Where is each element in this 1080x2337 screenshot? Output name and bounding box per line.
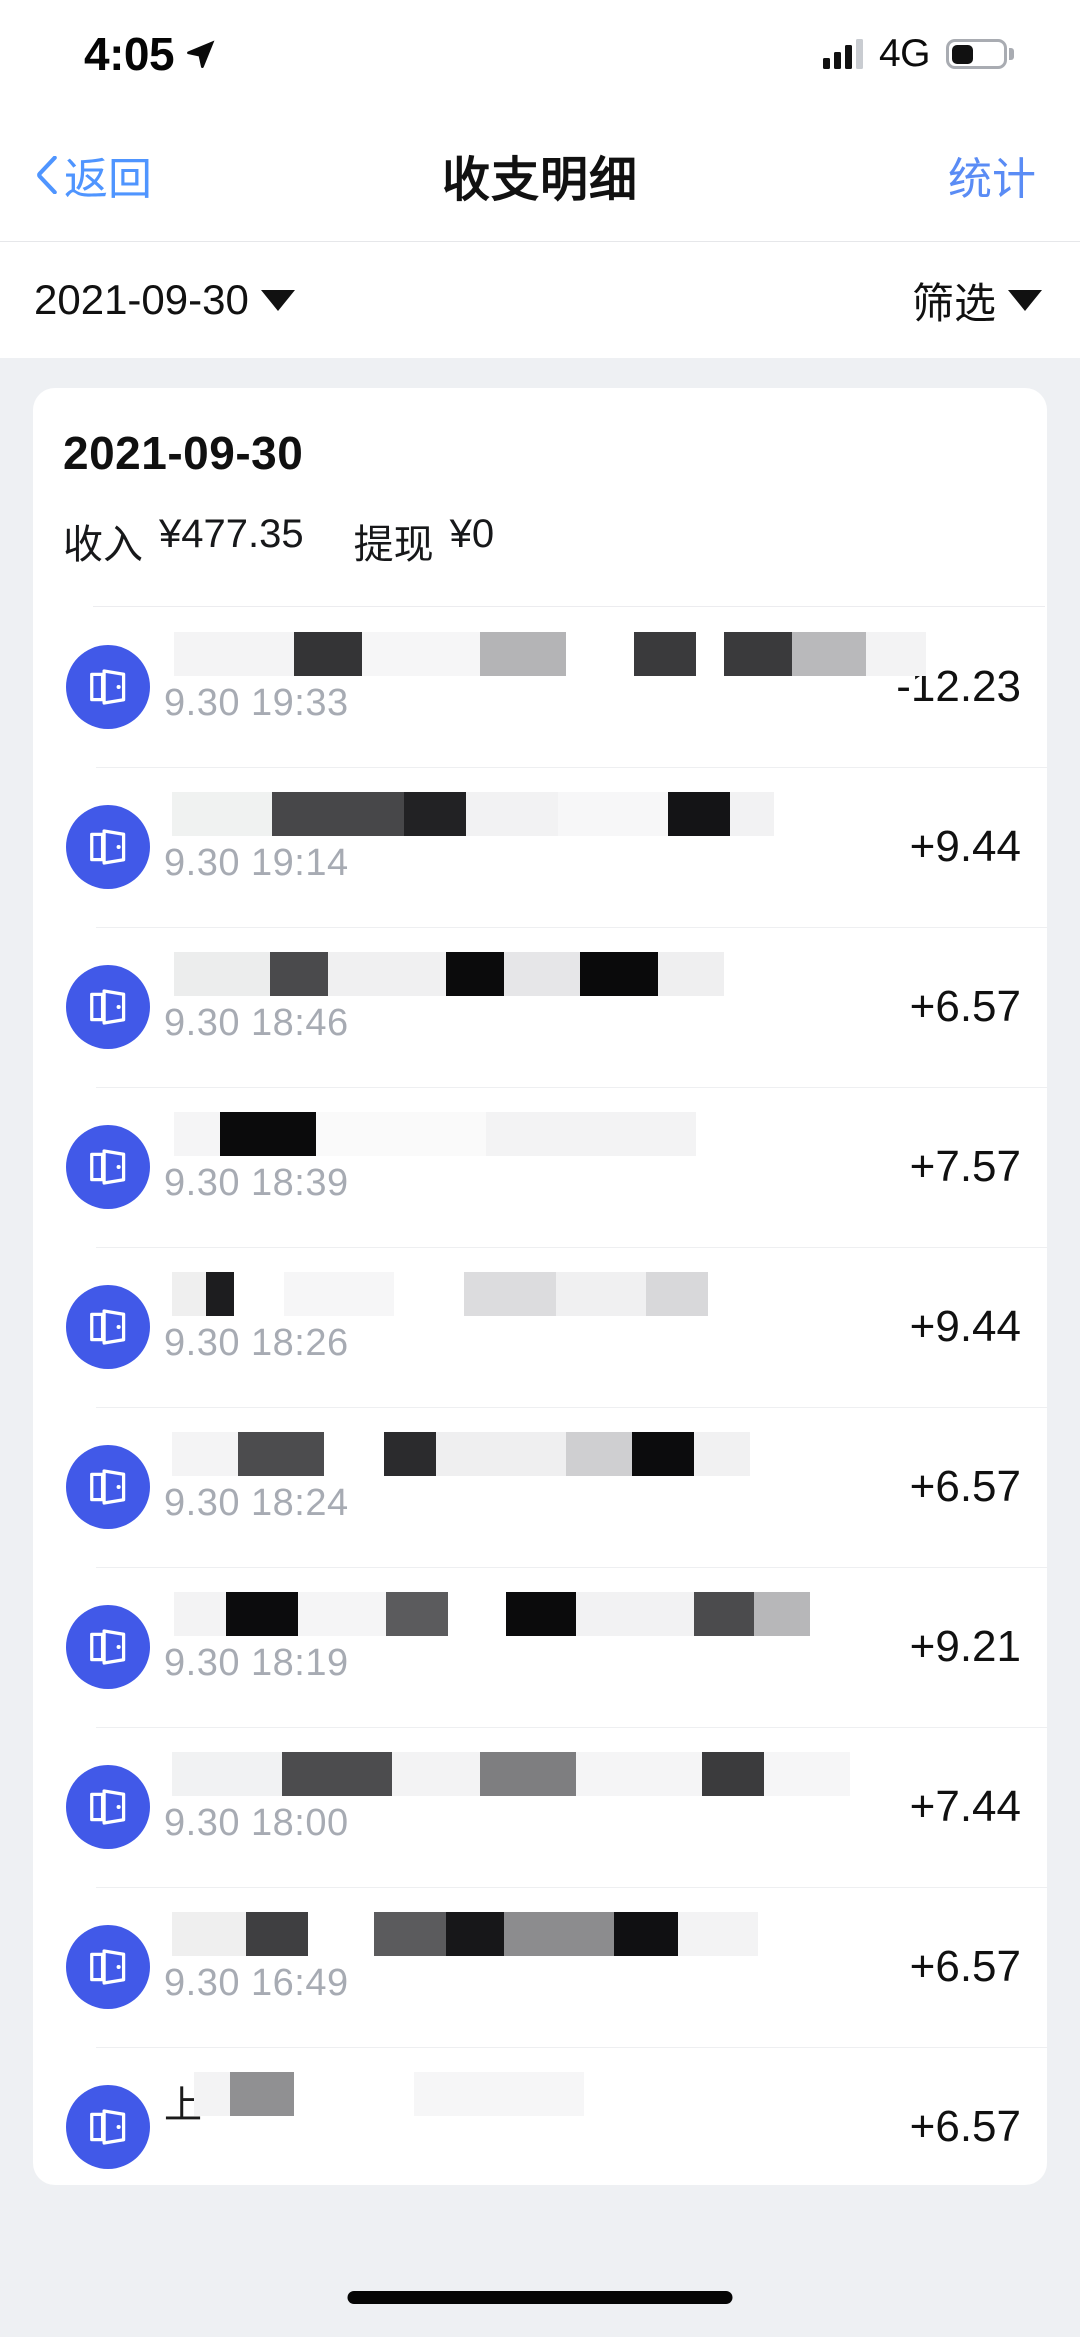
transaction-details: 9.30 18:24	[164, 1432, 811, 1542]
status-bar: 4:05 4G	[0, 0, 1080, 108]
transaction-details: 9.30 16:49	[164, 1912, 811, 2022]
avatar	[66, 805, 150, 889]
transaction-details: 9.30 18:39	[164, 1112, 811, 1222]
avatar	[66, 1125, 150, 1209]
income-label: 收入	[63, 523, 143, 567]
transaction-time: 9.30 18:26	[164, 1322, 349, 1364]
transaction-amount: +7.44	[909, 1782, 1021, 1831]
door-icon	[90, 1469, 126, 1505]
filter-button[interactable]: 筛选	[912, 270, 1042, 331]
door-icon	[90, 669, 126, 705]
transaction-details: 9.30 19:33	[164, 632, 926, 742]
avatar	[66, 1445, 150, 1529]
cellular-signal-icon	[822, 39, 863, 69]
home-indicator[interactable]	[347, 2291, 733, 2304]
phone-screen: 4:05 4G 返回 收支明细 统计 2021-09-30 筛选 2021-09…	[0, 0, 1080, 2337]
transaction-row[interactable]: 9.30 18:19 +9.21	[33, 1567, 1047, 1727]
avatar	[66, 1765, 150, 1849]
transaction-title	[164, 634, 811, 680]
transaction-amount: +7.57	[909, 1142, 1021, 1191]
transaction-row[interactable]: 9.30 18:46 +6.57	[33, 927, 1047, 1087]
transaction-time: 9.30 18:24	[164, 1482, 349, 1524]
status-bar-right: 4G	[822, 32, 1014, 76]
transaction-row[interactable]: 9.30 18:00 +7.44	[33, 1727, 1047, 1887]
transaction-row[interactable]: 9.30 19:14 +9.44	[33, 767, 1047, 927]
transaction-time: 9.30 18:19	[164, 1642, 349, 1684]
battery-icon	[946, 39, 1014, 69]
navigation-bar: 返回 收支明细 统计	[0, 108, 1080, 242]
door-icon	[90, 829, 126, 865]
filter-bar: 2021-09-30 筛选	[0, 242, 1080, 358]
avatar	[66, 965, 150, 1049]
transaction-title	[164, 954, 811, 1000]
door-icon	[90, 1149, 126, 1185]
statistics-button[interactable]: 统计	[948, 143, 1036, 207]
transaction-title	[164, 1914, 811, 1960]
network-type-label: 4G	[878, 32, 931, 75]
card-header: 2021-09-30 收入 ¥477.35 提现 ¥0	[33, 388, 1047, 607]
door-icon	[90, 989, 126, 1025]
card-date: 2021-09-30	[63, 427, 304, 479]
date-picker-label: 2021-09-30	[34, 276, 249, 323]
transaction-row[interactable]: 9.30 18:24 +6.57	[33, 1407, 1047, 1567]
filter-button-label: 筛选	[911, 279, 996, 327]
chevron-down-icon	[260, 289, 295, 311]
transaction-amount: -12.23	[896, 662, 1021, 711]
transaction-title	[164, 1274, 811, 1320]
door-icon	[90, 1789, 126, 1825]
chevron-down-icon	[1008, 289, 1042, 311]
location-arrow-icon	[187, 40, 215, 69]
transaction-title	[164, 1594, 811, 1640]
card-summary: 收入 ¥477.35 提现 ¥0	[63, 512, 1047, 570]
withdraw-label: 提现	[353, 523, 434, 567]
transaction-time: 9.30 18:00	[164, 1802, 349, 1844]
door-icon	[90, 1629, 126, 1665]
transaction-title	[164, 1754, 811, 1800]
door-icon	[90, 1949, 126, 1985]
transaction-amount: +6.57	[909, 2102, 1021, 2151]
transaction-details: 9.30 19:14	[164, 792, 811, 902]
status-bar-clock: 4:05	[84, 28, 175, 80]
transaction-details: 9.30 18:46	[164, 952, 811, 1062]
transaction-title	[164, 1434, 811, 1480]
page-title: 收支明细	[441, 153, 638, 207]
transaction-time: 9.30 18:46	[164, 1002, 349, 1044]
income-value: ¥477.35	[159, 512, 304, 556]
avatar	[66, 645, 150, 729]
transaction-amount: +9.44	[909, 822, 1021, 871]
transaction-row[interactable]: 9.30 18:39 +7.57	[33, 1087, 1047, 1247]
transaction-amount: +6.57	[909, 1942, 1021, 1991]
transaction-amount: +6.57	[909, 1462, 1021, 1511]
transaction-details: 上	[164, 2072, 811, 2182]
transaction-time: 9.30 16:49	[164, 1962, 349, 2004]
transaction-row[interactable]: 上 +6.57	[33, 2047, 1047, 2185]
door-icon	[90, 2109, 126, 2145]
avatar	[66, 1925, 150, 2009]
door-icon	[90, 1309, 126, 1345]
transaction-title	[164, 1114, 811, 1160]
transaction-amount: +9.21	[909, 1622, 1021, 1671]
transaction-row[interactable]: 9.30 18:26 +9.44	[33, 1247, 1047, 1407]
transaction-time: 9.30 18:39	[164, 1162, 349, 1204]
transaction-time: 9.30 19:33	[164, 682, 349, 724]
transaction-details: 9.30 18:00	[164, 1752, 850, 1862]
transaction-title: 上	[164, 2085, 203, 2120]
transaction-title	[164, 794, 811, 840]
status-bar-left: 4:05	[84, 27, 218, 81]
date-picker-button[interactable]: 2021-09-30	[34, 276, 295, 324]
avatar	[66, 1605, 150, 1689]
transaction-amount: +9.44	[909, 1302, 1021, 1351]
avatar	[66, 1285, 150, 1369]
transaction-amount: +6.57	[909, 982, 1021, 1031]
transaction-details: 9.30 18:26	[164, 1272, 811, 1382]
withdraw-value: ¥0	[449, 512, 495, 556]
transaction-row[interactable]: 9.30 16:49 +6.57	[33, 1887, 1047, 2047]
transaction-list: 9.30 19:33 -12.23 9.30 19:14 +9.44 9.30 …	[33, 607, 1047, 2185]
transaction-details: 9.30 18:19	[164, 1592, 811, 1702]
transactions-card: 2021-09-30 收入 ¥477.35 提现 ¥0 9.30 19:33 -	[33, 388, 1047, 2185]
avatar	[66, 2085, 150, 2169]
transaction-row[interactable]: 9.30 19:33 -12.23	[33, 607, 1047, 767]
transaction-time: 9.30 19:14	[164, 842, 349, 884]
